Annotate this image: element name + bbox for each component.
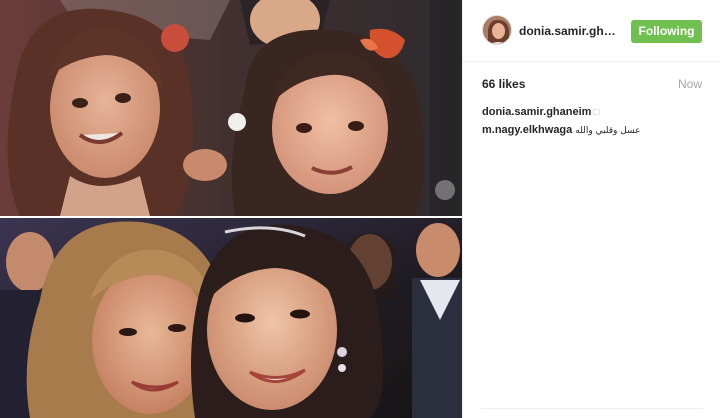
post-username[interactable]: donia.samir.ghaneim xyxy=(519,24,621,38)
comment-username[interactable]: donia.samir.ghaneim xyxy=(482,106,591,118)
comment-text: عسل وقلبي والله xyxy=(575,126,641,136)
post-header: donia.samir.ghaneim Following xyxy=(463,0,720,62)
divider xyxy=(481,408,703,409)
avatar[interactable] xyxy=(482,15,512,45)
post-image[interactable] xyxy=(0,0,462,418)
post-sidebar: donia.samir.ghaneim Following 66 likes N… xyxy=(462,0,720,418)
likes-count[interactable]: 66 likes xyxy=(482,77,525,91)
adult-photo xyxy=(0,218,462,418)
post-time[interactable]: Now xyxy=(678,77,702,91)
childhood-photo xyxy=(0,0,462,217)
comment-username[interactable]: m.nagy.elkhwaga xyxy=(482,124,572,136)
user-avatar-photo-icon xyxy=(483,16,511,44)
following-button[interactable]: Following xyxy=(631,20,702,43)
comment-item: donia.samir.ghaneim □ xyxy=(482,106,707,118)
comment-item: m.nagy.elkhwaga عسل وقلبي والله xyxy=(482,124,707,136)
emoji-placeholder-box-icon: □ xyxy=(593,107,600,118)
